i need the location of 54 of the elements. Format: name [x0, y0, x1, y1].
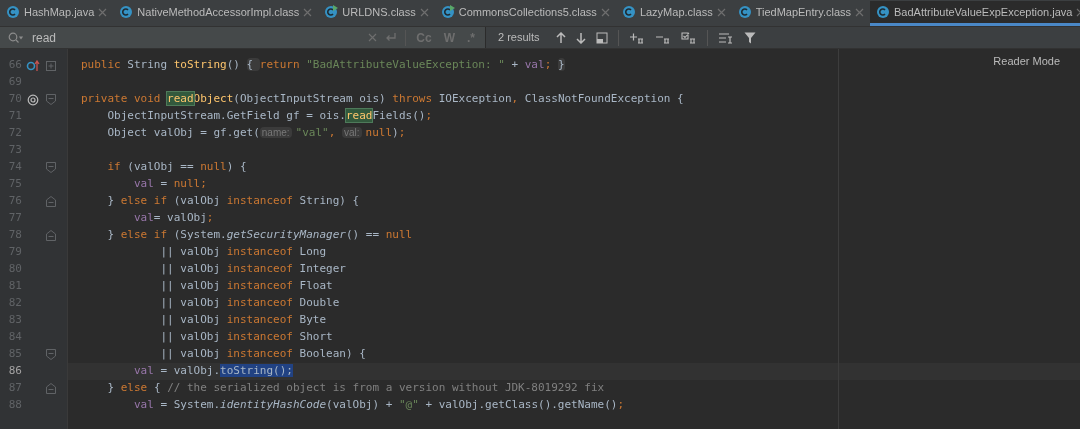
- code-line: Object valObj = gf.get( name: "val", val: null);: [106, 125, 406, 142]
- close-tab-icon[interactable]: [600, 7, 610, 17]
- new-line-icon[interactable]: [385, 32, 398, 43]
- filter-icon[interactable]: [743, 31, 756, 44]
- search-icon: [8, 31, 24, 44]
- arrow-down-icon[interactable]: [575, 31, 586, 44]
- select-all-occurrences-icon[interactable]: [680, 31, 697, 44]
- annotation-marker-icon[interactable]: [27, 93, 39, 106]
- search-query: read: [32, 29, 58, 47]
- code-line: if (valObj == null) {: [106, 159, 247, 176]
- close-tab-icon[interactable]: [303, 7, 313, 17]
- code-line: || valObj instanceof Double: [159, 295, 340, 312]
- arrow-up-icon[interactable]: [555, 31, 566, 44]
- fold-icon[interactable]: [46, 349, 56, 360]
- code-line: } else if (valObj instanceof String) {: [106, 193, 360, 210]
- fold-icon[interactable]: [46, 94, 56, 105]
- code-line: val = null;: [132, 176, 207, 193]
- editor-tab[interactable]: LazyMap.class: [615, 1, 732, 26]
- code-line: || valObj instanceof Boolean) {: [159, 346, 366, 363]
- close-tab-icon[interactable]: [419, 7, 429, 17]
- line-number: 86: [7, 363, 22, 380]
- code-line: public String toString() { return "BadAttributeValueException: " + val; }: [81, 57, 565, 74]
- override-marker-icon[interactable]: [26, 59, 40, 72]
- code-line: || valObj instanceof Float: [159, 278, 333, 295]
- text-format-icon[interactable]: [717, 31, 734, 44]
- editor-tab[interactable]: TiedMapEntry.class: [731, 1, 870, 26]
- code-line: || valObj instanceof Short: [159, 329, 333, 346]
- window-icon[interactable]: [595, 31, 608, 44]
- editor-tab[interactable]: NativeMethodAccessorImpl.class: [113, 1, 319, 26]
- code-line: || valObj instanceof Integer: [159, 261, 346, 278]
- fold-end-icon[interactable]: [46, 230, 56, 241]
- search-results-count: 2 results: [497, 30, 541, 46]
- fold-end-icon[interactable]: [46, 196, 56, 207]
- code-line: || valObj instanceof Long: [159, 244, 327, 261]
- add-occurrence-icon[interactable]: [628, 31, 645, 44]
- editor-tab[interactable]: BadAttributeValueExpException.java: [870, 1, 1080, 26]
- code-line: val = valObj.toString();: [132, 363, 293, 380]
- editor-tab[interactable]: URLDNS.class: [318, 1, 435, 26]
- clear-search-icon[interactable]: [368, 33, 378, 42]
- code-line: val = System.identityHashCode(valObj) + "@" + valObj.getClass().getName();: [132, 397, 625, 414]
- code-line: ObjectInputStream.GetField gf = ois.readFields();: [106, 108, 432, 125]
- fold-end-icon[interactable]: [46, 383, 56, 394]
- code-line: } else { // the serialized object is from a version without JDK-8019292 fix: [106, 380, 605, 397]
- close-tab-icon[interactable]: [716, 7, 726, 17]
- code-line: val= valObj;: [132, 210, 214, 227]
- fold-icon[interactable]: [46, 162, 56, 173]
- close-tab-icon[interactable]: [98, 7, 108, 17]
- editor-tab[interactable]: CommonsCollections5.class: [434, 1, 616, 26]
- code-line: || valObj instanceof Byte: [159, 312, 327, 329]
- reader-mode-link[interactable]: Reader Mode: [993, 53, 1060, 70]
- code-line: } else if (System.getSecurityManager() == null: [106, 227, 413, 244]
- expand-fold-icon[interactable]: [46, 60, 56, 71]
- editor-tab[interactable]: HashMap.java: [0, 1, 114, 26]
- close-tab-icon[interactable]: [855, 7, 864, 17]
